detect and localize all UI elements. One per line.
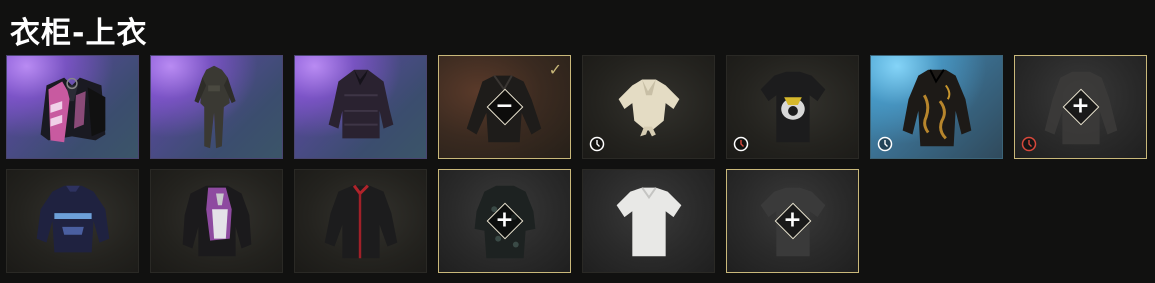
item-slot-gray-shirt[interactable]: + [1014,55,1147,159]
wardrobe-row: + + [6,169,1147,273]
item-slot-jumpsuit[interactable] [150,55,283,159]
clock-icon [877,136,893,152]
garment-vest-jacket-image [40,77,106,143]
item-slot-white-tshirt[interactable] [582,169,715,273]
item-slot-navy-sweater[interactable] [6,169,139,273]
item-slot-red-collar-shirt[interactable] [294,169,427,273]
item-slot-print-tshirt[interactable] [726,55,859,159]
garment-dark-jacket-image [328,69,394,139]
item-slot-equipped-jacket[interactable]: − ✓ [438,55,571,159]
garment-jumpsuit-image [194,65,236,149]
page-title: 衣柜-上衣 [10,16,148,51]
item-slot-dark-jacket[interactable] [294,55,427,159]
plus-diamond-icon[interactable]: + [1071,95,1089,118]
garment-purple-white-jacket-image [182,185,252,257]
clock-icon [733,136,749,152]
wardrobe-row: − ✓ + [6,55,1147,159]
clock-icon [589,136,605,152]
garment-red-collar-shirt-image [324,184,398,259]
garment-navy-sweater-image [36,185,110,253]
plus-diamond-icon[interactable]: + [495,209,513,232]
minus-diamond-icon[interactable]: − [495,95,513,118]
garment-white-tshirt-image [616,187,682,257]
checkmark-icon: ✓ [548,60,562,79]
wardrobe-grid: − ✓ + + + [6,55,1147,283]
plus-diamond-icon[interactable]: + [783,209,801,232]
item-slot-dark-tshirt[interactable]: + [726,169,859,273]
item-slot-gold-jacket[interactable] [870,55,1003,159]
item-slot-vest-jacket[interactable] [6,55,139,159]
item-slot-floral-shirt[interactable]: + [438,169,571,273]
item-slot-tied-blouse[interactable] [582,55,715,159]
clock-icon [1021,136,1037,152]
item-slot-purple-white-jacket[interactable] [150,169,283,273]
